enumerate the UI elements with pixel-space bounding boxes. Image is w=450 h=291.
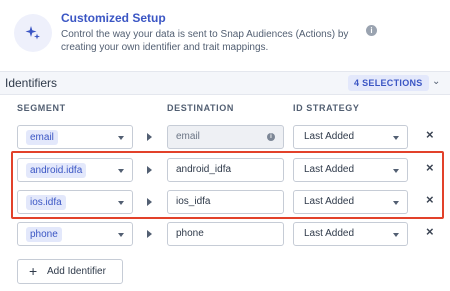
id-strategy-select[interactable]: Last Added [293, 222, 408, 246]
close-icon[interactable]: × [426, 224, 434, 239]
info-icon[interactable]: i [366, 25, 377, 36]
caret-down-icon [118, 233, 124, 237]
identifier-row: email email i Last Added × [0, 123, 450, 151]
destination-input[interactable]: phone [167, 222, 284, 246]
caret-down-icon [118, 201, 124, 205]
destination-value: phone [176, 228, 204, 239]
arrow-right-icon [147, 166, 152, 174]
add-identifier-label: Add Identifier [47, 266, 106, 277]
identifiers-section-header[interactable]: Identifiers 4 SELECTIONS ⌄ [0, 71, 450, 95]
segment-select[interactable]: email [17, 125, 133, 149]
plus-icon: + [29, 263, 38, 279]
setup-description: Control the way your data is sent to Sna… [61, 29, 349, 53]
info-icon[interactable]: i [267, 133, 275, 141]
destination-input[interactable]: ios_idfa [167, 190, 284, 214]
selections-badge: 4 SELECTIONS [348, 75, 429, 91]
destination-value: email [176, 131, 200, 142]
segment-select[interactable]: android.idfa [17, 158, 133, 182]
id-strategy-value: Last Added [304, 164, 355, 175]
segment-chip: ios.idfa [26, 195, 66, 210]
id-strategy-column-header: ID STRATEGY [293, 103, 360, 113]
add-identifier-button[interactable]: + Add Identifier [17, 259, 123, 284]
id-strategy-select[interactable]: Last Added [293, 125, 408, 149]
identifier-row: android.idfa android_idfa Last Added × [0, 156, 450, 184]
arrow-right-icon [147, 230, 152, 238]
caret-down-icon [393, 201, 399, 205]
destination-input[interactable]: android_idfa [167, 158, 284, 182]
sparkle-icon [14, 14, 52, 52]
arrow-right-icon [147, 198, 152, 206]
segment-chip: android.idfa [26, 163, 87, 178]
id-strategy-select[interactable]: Last Added [293, 158, 408, 182]
arrow-right-icon [147, 133, 152, 141]
identifier-row: ios.idfa ios_idfa Last Added × [0, 188, 450, 216]
destination-column-header: DESTINATION [167, 103, 234, 113]
close-icon[interactable]: × [426, 192, 434, 207]
destination-field: email i [167, 125, 284, 149]
caret-down-icon [393, 136, 399, 140]
destination-value: ios_idfa [176, 196, 211, 207]
segment-select[interactable]: ios.idfa [17, 190, 133, 214]
caret-down-icon [118, 169, 124, 173]
close-icon[interactable]: × [426, 160, 434, 175]
segment-select[interactable]: phone [17, 222, 133, 246]
identifiers-title: Identifiers [5, 76, 58, 90]
destination-value: android_idfa [176, 164, 232, 175]
setup-title: Customized Setup [61, 11, 166, 25]
id-strategy-value: Last Added [304, 228, 355, 239]
identifier-row: phone phone Last Added × [0, 220, 450, 248]
segment-chip: phone [26, 227, 62, 242]
caret-down-icon [393, 169, 399, 173]
caret-down-icon [118, 136, 124, 140]
close-icon[interactable]: × [426, 127, 434, 142]
id-strategy-select[interactable]: Last Added [293, 190, 408, 214]
caret-down-icon [393, 233, 399, 237]
segment-column-header: SEGMENT [17, 103, 66, 113]
customized-setup-card: Customized Setup Control the way your da… [0, 0, 450, 72]
segment-chip: email [26, 130, 58, 145]
chevron-down-icon[interactable]: ⌄ [432, 76, 440, 87]
id-strategy-value: Last Added [304, 196, 355, 207]
id-strategy-value: Last Added [304, 131, 355, 142]
